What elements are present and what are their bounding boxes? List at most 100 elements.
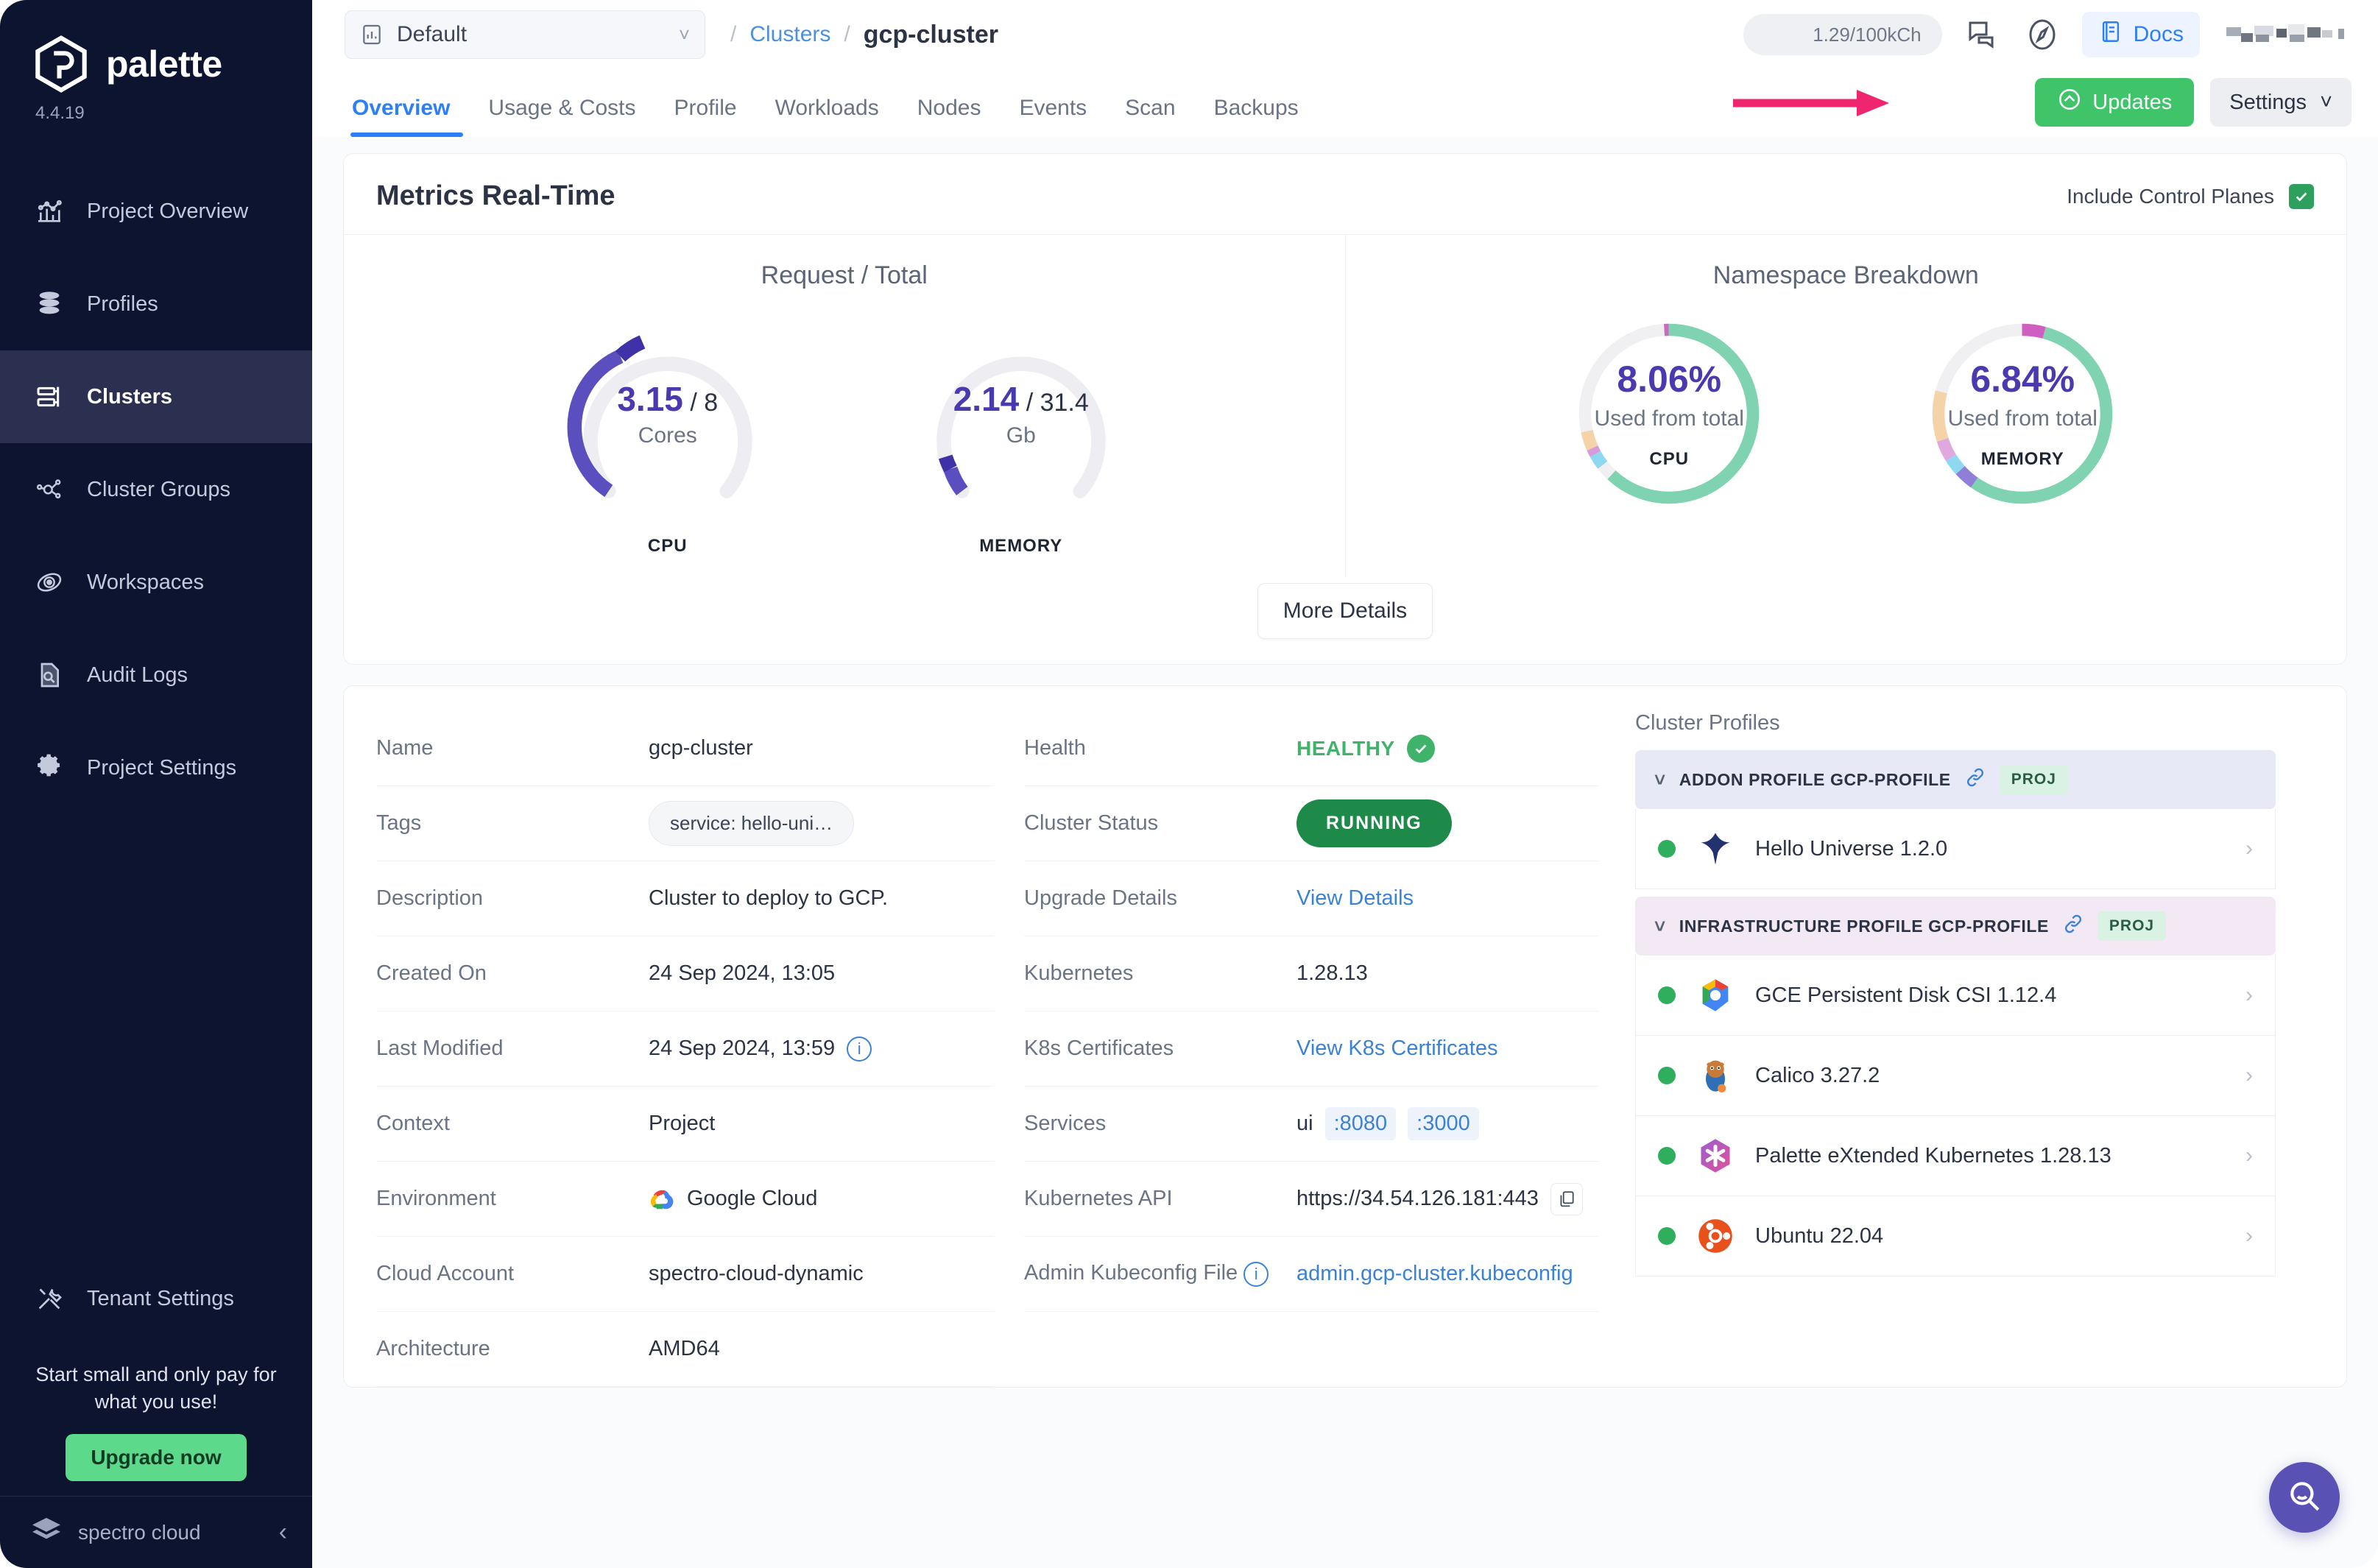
- cpu-gauge: 3.15 / 8 Cores CPU: [513, 303, 822, 557]
- detail-key: K8s Certificates: [1024, 1036, 1174, 1060]
- profile-layer-name: Hello Universe 1.2.0: [1755, 836, 1948, 861]
- brand-logo[interactable]: palette: [0, 0, 312, 93]
- service-port-3000[interactable]: :3000: [1408, 1107, 1479, 1140]
- detail-value: RUNNING: [1296, 799, 1452, 847]
- status-dot: [1658, 1227, 1676, 1245]
- sidebar-item-label: Clusters: [87, 384, 173, 409]
- sidebar-item-clusters[interactable]: Clusters: [0, 350, 312, 443]
- footer-brand-label: spectro cloud: [78, 1520, 201, 1544]
- sidebar-item-tenant-settings[interactable]: Tenant Settings: [0, 1255, 312, 1342]
- tab-overview[interactable]: Overview: [345, 96, 469, 137]
- service-name: ui: [1296, 1112, 1313, 1135]
- detail-row-tags: Tags service: hello-uni…: [376, 786, 995, 861]
- profile-layer-row[interactable]: Calico 3.27.2 ›: [1635, 1036, 2276, 1116]
- project-selector[interactable]: Default ˅: [345, 10, 705, 59]
- page-title: gcp-cluster: [863, 20, 998, 49]
- link-icon[interactable]: [2062, 913, 2084, 939]
- cpu-gauge-chart: 3.15 / 8 Cores: [554, 303, 782, 524]
- admin-kubeconfig-link[interactable]: admin.gcp-cluster.kubeconfig: [1296, 1262, 1573, 1286]
- info-icon[interactable]: i: [847, 1036, 872, 1062]
- tab-usage-costs[interactable]: Usage & Costs: [469, 96, 655, 137]
- view-k8s-certificates-link[interactable]: View K8s Certificates: [1296, 1036, 1497, 1061]
- profile-layer-row[interactable]: GCE Persistent Disk CSI 1.12.4 ›: [1635, 956, 2276, 1036]
- memory-namespace-chart: 6.84% Used from total MEMORY: [1908, 303, 2137, 524]
- memory-namespace-subtitle: Used from total: [1947, 406, 2097, 431]
- include-control-planes-toggle[interactable]: Include Control Planes: [2067, 183, 2314, 209]
- details-column-mid: Health HEALTHY Cluster Status RUNNING Up…: [1024, 711, 1628, 1387]
- tab-events[interactable]: Events: [1000, 96, 1106, 137]
- sidebar-item-audit-logs[interactable]: Audit Logs: [0, 629, 312, 721]
- compass-icon[interactable]: [2022, 14, 2063, 55]
- sidebar-item-cluster-groups[interactable]: Cluster Groups: [0, 443, 312, 536]
- tab-bar-actions: Updates Settings ˅: [1733, 78, 2351, 137]
- sidebar-item-label: Project Overview: [87, 199, 249, 223]
- profile-layer-row[interactable]: Ubuntu 22.04 ›: [1635, 1196, 2276, 1276]
- gcp-icon: [1695, 975, 1736, 1016]
- upgrade-now-button[interactable]: Upgrade now: [66, 1434, 247, 1481]
- gear-icon: [34, 752, 65, 783]
- sidebar-item-project-overview[interactable]: Project Overview: [0, 165, 312, 258]
- detail-key: Admin Kubeconfig File i: [1024, 1261, 1296, 1287]
- upgrade-promo: Start small and only pay for what you us…: [0, 1342, 312, 1496]
- service-port-8080[interactable]: :8080: [1324, 1107, 1397, 1140]
- sidebar-item-label: Workspaces: [87, 570, 205, 594]
- tag-chip[interactable]: service: hello-uni…: [649, 801, 855, 846]
- link-icon[interactable]: [1964, 766, 1986, 793]
- cluster-details-card: Name gcp-cluster Tags service: hello-uni…: [343, 685, 2347, 1388]
- profile-layer-name: Ubuntu 22.04: [1755, 1223, 1884, 1248]
- copy-icon[interactable]: [1550, 1182, 1583, 1215]
- profile-layer-row[interactable]: Hello Universe 1.2.0 ›: [1635, 809, 2276, 889]
- tab-nodes[interactable]: Nodes: [898, 96, 1001, 137]
- detail-key: Name: [376, 736, 434, 760]
- version-label: 4.4.19: [35, 103, 85, 123]
- profile-layer-row[interactable]: Palette eXtended Kubernetes 1.28.13 ›: [1635, 1116, 2276, 1196]
- detail-key: Environment: [376, 1187, 496, 1210]
- tab-workloads[interactable]: Workloads: [756, 96, 898, 137]
- detail-value: HEALTHY: [1296, 734, 1435, 763]
- breadcrumb: / Clusters / gcp-cluster: [730, 21, 998, 49]
- profile-group-header[interactable]: ˅ ADDON PROFILE GCP-PROFILE PROJ: [1635, 750, 2276, 809]
- credits-badge[interactable]: 1.29/100kCh: [1743, 14, 1942, 55]
- sidebar-item-profiles[interactable]: Profiles: [0, 258, 312, 350]
- profile-group-header[interactable]: ˅ INFRASTRUCTURE PROFILE GCP-PROFILE PRO…: [1635, 897, 2276, 956]
- user-account-blurred[interactable]: [2226, 20, 2351, 49]
- sidebar-item-workspaces[interactable]: Workspaces: [0, 536, 312, 629]
- chevron-right-icon: ›: [2245, 983, 2253, 1007]
- chevron-down-icon: ˅: [1654, 768, 1666, 791]
- detail-row-cloud-account: Cloud Account spectro-cloud-dynamic: [376, 1237, 995, 1312]
- project-name: Default: [397, 22, 468, 46]
- scope-badge: PROJ: [1999, 765, 2068, 794]
- settings-dropdown-button[interactable]: Settings ˅: [2210, 78, 2351, 127]
- palette-logo-icon: [32, 35, 90, 93]
- detail-row-upgrade-details: Upgrade Details View Details: [1024, 861, 1598, 936]
- cpu-namespace-subtitle: Used from total: [1594, 406, 1744, 431]
- docs-label: Docs: [2133, 22, 2184, 46]
- tab-scan[interactable]: Scan: [1106, 96, 1194, 137]
- detail-row-health: Health HEALTHY: [1024, 711, 1598, 786]
- sidebar-item-project-settings[interactable]: Project Settings: [0, 721, 312, 814]
- info-icon[interactable]: i: [1243, 1262, 1269, 1287]
- cpu-namespace-percent: 8.06%: [1617, 359, 1722, 400]
- annotation-arrow: [1733, 90, 1889, 116]
- more-details-button[interactable]: More Details: [1257, 583, 1433, 639]
- chevron-right-icon: ›: [2245, 1143, 2253, 1168]
- cluster-profiles-title: Cluster Profiles: [1635, 711, 1780, 735]
- tab-profile[interactable]: Profile: [655, 96, 756, 137]
- search-fab-button[interactable]: [2269, 1462, 2340, 1533]
- last-modified-value: 24 Sep 2024, 13:59: [649, 1036, 836, 1060]
- topbar-right: 1.29/100kCh Docs: [1743, 12, 2351, 57]
- metrics-body: Request / Total 3.15 / 8 Cores CPU 2.14 …: [344, 234, 2346, 576]
- collapse-sidebar-button[interactable]: ‹: [279, 1518, 287, 1547]
- chat-icon[interactable]: [1961, 14, 2003, 55]
- updates-button[interactable]: Updates: [2035, 78, 2195, 127]
- chevron-right-icon: ›: [2245, 1063, 2253, 1087]
- docs-button[interactable]: Docs: [2081, 12, 2200, 57]
- profile-layer-name: GCE Persistent Disk CSI 1.12.4: [1755, 983, 2057, 1007]
- tab-backups[interactable]: Backups: [1195, 96, 1318, 137]
- detail-value: 24 Sep 2024, 13:05: [649, 961, 836, 985]
- breadcrumb-clusters-link[interactable]: Clusters: [749, 22, 830, 47]
- content-area: Metrics Real-Time Include Control Planes…: [312, 137, 2378, 1568]
- layers-icon: [34, 289, 65, 319]
- view-details-link[interactable]: View Details: [1296, 886, 1414, 911]
- gauge-group: 3.15 / 8 Cores CPU 2.14 / 31.4 Gb MEMORY: [344, 303, 1345, 557]
